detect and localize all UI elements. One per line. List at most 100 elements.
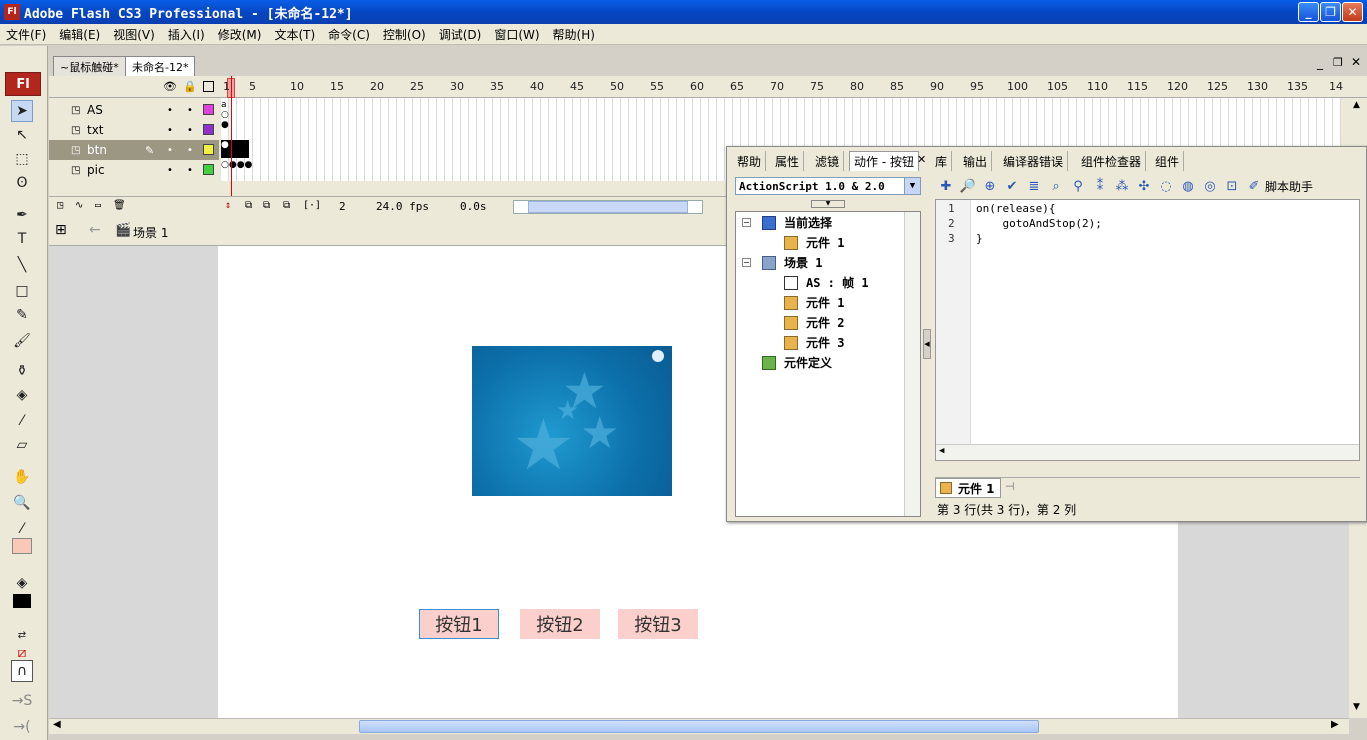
layer-row-txt[interactable]: ◳ txt • • — [49, 120, 219, 140]
center-frame-icon[interactable]: ↕ — [225, 200, 231, 211]
fill-color-swatch[interactable] — [12, 538, 32, 554]
tab-help[interactable]: 帮助 — [733, 151, 767, 171]
show-code-hint-icon[interactable]: ⌕ — [1045, 176, 1067, 196]
code-line[interactable]: on(release){ — [976, 202, 1055, 215]
lock-dot[interactable]: • — [187, 105, 193, 116]
tab-document-mouse[interactable]: ~鼠标触碰* — [53, 56, 126, 76]
layer-folder-icon[interactable]: ▭ — [95, 200, 101, 211]
code-line[interactable]: gotoAndStop(2); — [976, 217, 1101, 230]
tab-filters[interactable]: 滤镜 — [811, 151, 845, 171]
add-item-icon[interactable]: ✚ — [935, 176, 957, 196]
restore-button[interactable]: ❐ — [1320, 2, 1341, 22]
apply-line-comment-icon[interactable]: ◍ — [1177, 176, 1199, 196]
code-editor[interactable]: 1 2 3 on(release){ gotoAndStop(2); } ◀ — [935, 199, 1360, 461]
paint-bucket-tool-icon[interactable]: ◈ — [11, 384, 33, 406]
keyframe-txt[interactable]: ● — [221, 120, 249, 138]
stage-scroll-thumb[interactable] — [359, 720, 1039, 733]
visibility-dot[interactable]: • — [167, 165, 173, 176]
tree-item-current-symbol[interactable]: 元件 1 — [784, 234, 844, 251]
layer-row-btn[interactable]: ◳ btn ✎ • • — [49, 140, 219, 160]
outline-icon[interactable] — [203, 81, 214, 92]
stage-button-1[interactable]: 按钮1 — [419, 609, 499, 639]
edit-multiple-icon[interactable]: ⧉ — [283, 200, 290, 211]
tab-actions-button[interactable]: 动作 - 按钮 — [849, 151, 919, 171]
menu-window[interactable]: 窗口(W) — [488, 26, 546, 43]
stage-button-3[interactable]: 按钮3 — [618, 609, 698, 639]
menu-edit[interactable]: 编辑(E) — [53, 26, 107, 43]
onion-skin-icon[interactable]: ⧉ — [245, 200, 252, 211]
remove-comment-icon[interactable]: ◎ — [1199, 176, 1221, 196]
collapse-toggle-icon[interactable]: ▼ — [811, 200, 845, 208]
lock-icon[interactable]: 🔒 — [183, 80, 197, 93]
motion-guide-icon[interactable]: ∿ — [75, 200, 83, 211]
minimize-button[interactable]: _ — [1298, 2, 1319, 22]
visibility-dot[interactable]: • — [167, 145, 173, 156]
insert-layer-icon[interactable]: ◳ — [57, 200, 63, 211]
tree-scene[interactable]: 场景 1 — [762, 254, 822, 271]
tab-components[interactable]: 组件 — [1151, 151, 1185, 171]
keyframe-pic[interactable]: ○●●● — [221, 160, 252, 178]
layer-outline-swatch[interactable] — [203, 104, 214, 115]
menu-view[interactable]: 视图(V) — [107, 26, 162, 43]
collapse-selection-icon[interactable]: ⁂ — [1111, 176, 1133, 196]
apply-block-comment-icon[interactable]: ◌ — [1155, 176, 1177, 196]
tab-component-inspector[interactable]: 组件检查器 — [1077, 151, 1147, 171]
fill-bucket-icon[interactable]: ◈ — [11, 572, 33, 594]
zoom-tool-icon[interactable]: 🔍 — [11, 492, 33, 514]
stroke-color-icon[interactable]: ⁄ — [11, 518, 33, 540]
menu-modify[interactable]: 修改(M) — [212, 26, 269, 43]
tree-item-symbol-1[interactable]: 元件 1 — [784, 294, 844, 311]
insert-target-path-icon[interactable]: ⊕ — [979, 176, 1001, 196]
delete-layer-icon[interactable]: 🗑 — [113, 200, 126, 211]
tab-compiler-errors[interactable]: 编译器错误 — [999, 151, 1069, 171]
scroll-right-icon[interactable]: ▶ — [1331, 719, 1339, 730]
eye-icon[interactable]: 👁 — [163, 80, 177, 93]
panel-splitter-icon[interactable]: ◀ — [923, 329, 931, 359]
keyframe-as[interactable]: a ○ — [221, 100, 249, 120]
tree-symbol-definitions[interactable]: 元件定义 — [762, 354, 832, 371]
straighten-icon[interactable]: →( — [11, 716, 33, 738]
auto-format-icon[interactable]: ≣ — [1023, 176, 1045, 196]
selection-tool-icon[interactable]: ➤ — [11, 100, 33, 122]
stage-horizontal-scrollbar[interactable]: ◀ ▶ — [49, 718, 1349, 734]
tab-document-untitled[interactable]: 未命名-12* — [125, 56, 196, 76]
tab-output[interactable]: 输出 — [959, 151, 993, 171]
smooth-icon[interactable]: →S — [11, 690, 33, 712]
show-hide-toolbox-icon[interactable]: ⊡ — [1221, 176, 1243, 196]
menu-commands[interactable]: 命令(C) — [322, 26, 377, 43]
scroll-left-icon[interactable]: ◀ — [53, 719, 61, 730]
debug-options-icon[interactable]: ⚲ — [1067, 176, 1089, 196]
back-arrow-icon[interactable]: ← — [89, 222, 101, 238]
menu-text[interactable]: 文本(T) — [268, 26, 322, 43]
close-button[interactable]: ✕ — [1342, 2, 1363, 22]
stage-button-2[interactable]: 按钮2 — [520, 609, 600, 639]
ink-bottle-tool-icon[interactable]: ⚱ — [11, 360, 33, 382]
rectangle-tool-icon[interactable]: □ — [11, 280, 33, 302]
eraser-tool-icon[interactable]: ▱ — [11, 434, 33, 456]
tab-properties[interactable]: 属性 — [771, 151, 805, 171]
tree-collapse-icon[interactable]: − — [742, 258, 751, 267]
line-tool-icon[interactable]: ╲ — [11, 254, 33, 276]
layer-outline-swatch[interactable] — [203, 164, 214, 175]
close-tab-icon[interactable]: ✕ — [917, 153, 926, 166]
layer-outline-swatch[interactable] — [203, 144, 214, 155]
menu-help[interactable]: 帮助(H) — [547, 26, 602, 43]
panel-restore-icon[interactable]: ❐ — [1333, 56, 1343, 69]
code-line[interactable]: } — [976, 232, 983, 245]
pencil-tool-icon[interactable]: ✎ — [11, 304, 33, 326]
menu-control[interactable]: 控制(O) — [377, 26, 433, 43]
pen-tool-icon[interactable]: ✒ — [11, 204, 33, 226]
lasso-tool-icon[interactable]: ʘ — [11, 172, 33, 194]
scroll-up-icon[interactable]: ▲ — [1353, 100, 1360, 110]
timeline-scroll-thumb[interactable] — [528, 201, 688, 213]
expand-all-icon[interactable]: ✣ — [1133, 176, 1155, 196]
panel-close-icon[interactable]: ✕ — [1351, 55, 1361, 69]
subselection-tool-icon[interactable]: ↖ — [11, 124, 33, 146]
code-horizontal-scrollbar[interactable]: ◀ — [936, 444, 1359, 460]
hand-tool-icon[interactable]: ✋ — [11, 466, 33, 488]
eyedropper-tool-icon[interactable]: ⁄ — [11, 410, 33, 432]
scene-name[interactable]: 场景 1 — [133, 224, 168, 241]
timeline-scrollbar[interactable] — [513, 200, 703, 214]
timeline-toggle-icon[interactable]: ⊞ — [55, 222, 67, 238]
tree-item-frame[interactable]: AS : 帧 1 — [784, 274, 869, 291]
